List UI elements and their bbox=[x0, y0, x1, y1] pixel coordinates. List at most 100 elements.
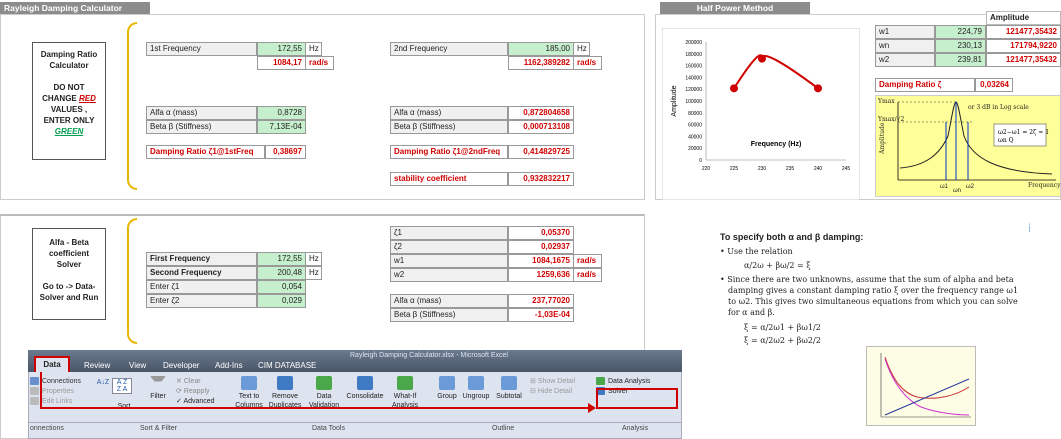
edit-links-button[interactable]: Edit Links bbox=[30, 397, 81, 407]
tab-developer[interactable]: Developer bbox=[163, 361, 199, 370]
sort-az-button[interactable]: A↓Z bbox=[96, 378, 110, 387]
rbeta-label: Beta β (Stiffness) bbox=[390, 308, 508, 322]
x-axis-label: Frequency (Hz) bbox=[751, 141, 802, 148]
properties-button[interactable]: Properties bbox=[30, 387, 81, 397]
hp-row-key: wn bbox=[875, 39, 935, 53]
tab-cim-database[interactable]: CIM DATABASE bbox=[258, 361, 316, 370]
half-power-title: Half Power Method bbox=[660, 2, 810, 14]
rw2-unit: rad/s bbox=[574, 268, 602, 282]
f1-input[interactable]: 172,55 bbox=[257, 42, 306, 56]
what-if-button[interactable]: What-If Analysis bbox=[386, 376, 424, 410]
rz1-label: ζ1 bbox=[390, 226, 508, 240]
alpha2-label: Alfa α (mass) bbox=[390, 106, 508, 120]
resonance-xaxis: Frequency bbox=[1028, 182, 1061, 189]
filter-button[interactable]: Filter bbox=[146, 376, 170, 401]
text-to-columns-icon bbox=[241, 376, 257, 390]
tab-addins[interactable]: Add-Ins bbox=[215, 361, 243, 370]
ff-input[interactable]: 172,55 bbox=[257, 252, 306, 266]
amplitude-header: Amplitude bbox=[986, 11, 1061, 25]
y-tick-label: 0 bbox=[699, 158, 702, 164]
hp-row-key: w1 bbox=[875, 25, 935, 39]
tab-data[interactable]: Data bbox=[34, 356, 70, 372]
z2-input[interactable]: 0,029 bbox=[257, 294, 306, 308]
rw1-unit: rad/s bbox=[574, 254, 602, 268]
y-tick-label: 180000 bbox=[685, 52, 702, 58]
dr1-label: Damping Ratio ζ1@1stFreq bbox=[146, 145, 265, 159]
calculator-title: Rayleigh Damping Calculator bbox=[0, 2, 150, 14]
wn-mark: ωn bbox=[953, 188, 962, 194]
connections-group: Connections Properties Edit Links bbox=[30, 377, 81, 407]
tab-review[interactable]: Review bbox=[84, 361, 110, 370]
hide-detail-button[interactable]: ⊟ Hide Detail bbox=[530, 387, 575, 397]
y-tick-label: 40000 bbox=[688, 134, 702, 140]
data-point bbox=[814, 84, 822, 93]
y-tick-label: 60000 bbox=[688, 123, 702, 129]
show-detail-button[interactable]: ⊞ Show Detail bbox=[530, 377, 575, 387]
rw2-label: w2 bbox=[390, 268, 508, 282]
what-if-icon bbox=[397, 376, 413, 390]
bullet-2: • Since there are two unknowns, assume t… bbox=[720, 275, 1019, 317]
sf-input[interactable]: 200,48 bbox=[257, 266, 306, 280]
f1-unit: Hz bbox=[306, 42, 322, 56]
hp-row-value: 239,81 bbox=[935, 53, 986, 67]
equation-2: ξ = α/2ω1 + βω1/2 bbox=[744, 323, 821, 332]
x-tick-label: 235 bbox=[786, 166, 795, 172]
clear-button[interactable]: ✕ Clear bbox=[176, 377, 215, 387]
connections-button[interactable]: Connections bbox=[30, 377, 81, 387]
text-to-columns-button[interactable]: Text to Columns bbox=[232, 376, 266, 410]
f2-unit: Hz bbox=[574, 42, 590, 56]
solver-line: Solver and Run bbox=[39, 293, 99, 302]
ungroup-button[interactable]: Ungroup bbox=[460, 376, 492, 401]
damping-curves-chart bbox=[866, 346, 976, 426]
data-analysis-icon bbox=[596, 377, 605, 386]
sort-az-icon: A↓Z bbox=[96, 379, 110, 386]
subtotal-icon bbox=[501, 376, 517, 390]
arrow-shaft-vertical bbox=[40, 372, 42, 408]
z1-input[interactable]: 0,054 bbox=[257, 280, 306, 294]
group-icon bbox=[439, 376, 455, 390]
ymax-label: Ymax bbox=[878, 98, 895, 105]
f2-input[interactable]: 185,00 bbox=[508, 42, 574, 56]
f1-label: 1st Frequency bbox=[146, 42, 257, 56]
advanced-button[interactable]: ✓ Advanced bbox=[176, 397, 215, 407]
group-separator bbox=[28, 422, 682, 423]
solver-line: Solver bbox=[56, 260, 82, 269]
beta-label: Beta β (Stiffness) bbox=[146, 120, 257, 134]
hp-row-amplitude: 171794,9220 bbox=[986, 39, 1061, 53]
y-tick-label: 200000 bbox=[685, 40, 702, 46]
ralpha-label: Alfa α (mass) bbox=[390, 294, 508, 308]
hp-row-key: w2 bbox=[875, 53, 935, 67]
data-analysis-button[interactable]: Data Analysis bbox=[596, 377, 650, 387]
instr-line: CHANGE bbox=[42, 94, 77, 103]
instr-line: Damping Ratio bbox=[40, 50, 98, 59]
consolidate-button[interactable]: Consolidate bbox=[344, 376, 386, 401]
group-label-sort-filter: Sort & Filter bbox=[140, 425, 177, 432]
ralpha-value: 237,77020 bbox=[508, 294, 574, 308]
explanation-heading: To specify both α and β damping: bbox=[720, 232, 864, 242]
x-tick-label: 245 bbox=[842, 166, 851, 172]
rw1-value: 1084,1675 bbox=[508, 254, 574, 268]
reapply-button[interactable]: ⟳ Reapply bbox=[176, 387, 215, 397]
y-axis-label: Amplitude bbox=[671, 85, 678, 116]
arrow-head-icon bbox=[588, 403, 596, 413]
data-validation-icon bbox=[316, 376, 332, 390]
alpha-label: Alfa α (mass) bbox=[146, 106, 257, 120]
consolidate-icon bbox=[357, 376, 373, 390]
svg-text:ωn Q: ωn Q bbox=[998, 137, 1014, 144]
bracket bbox=[127, 218, 137, 344]
sort-grid-icon[interactable]: A ZZ A bbox=[112, 378, 132, 394]
x-tick-label: 230 bbox=[758, 166, 767, 172]
instr-line: VALUES , bbox=[50, 105, 88, 114]
hp-dr-value: 0,03264 bbox=[975, 78, 1013, 92]
instr-line: Calculator bbox=[49, 61, 89, 70]
explanation: To specify both α and β damping: • Use t… bbox=[720, 232, 1020, 346]
remove-duplicates-button[interactable]: Remove Duplicates bbox=[266, 376, 304, 410]
rz2-label: ζ2 bbox=[390, 240, 508, 254]
subtotal-button[interactable]: Subtotal bbox=[492, 376, 526, 401]
damping-curves bbox=[880, 353, 971, 418]
instructions-box: Damping Ratio Calculator DO NOT CHANGE R… bbox=[32, 42, 106, 160]
group-button[interactable]: Group bbox=[434, 376, 460, 401]
data-validation-button[interactable]: Data Validation bbox=[304, 376, 344, 410]
group-label-connections: onnections bbox=[30, 425, 64, 432]
tab-view[interactable]: View bbox=[129, 361, 146, 370]
